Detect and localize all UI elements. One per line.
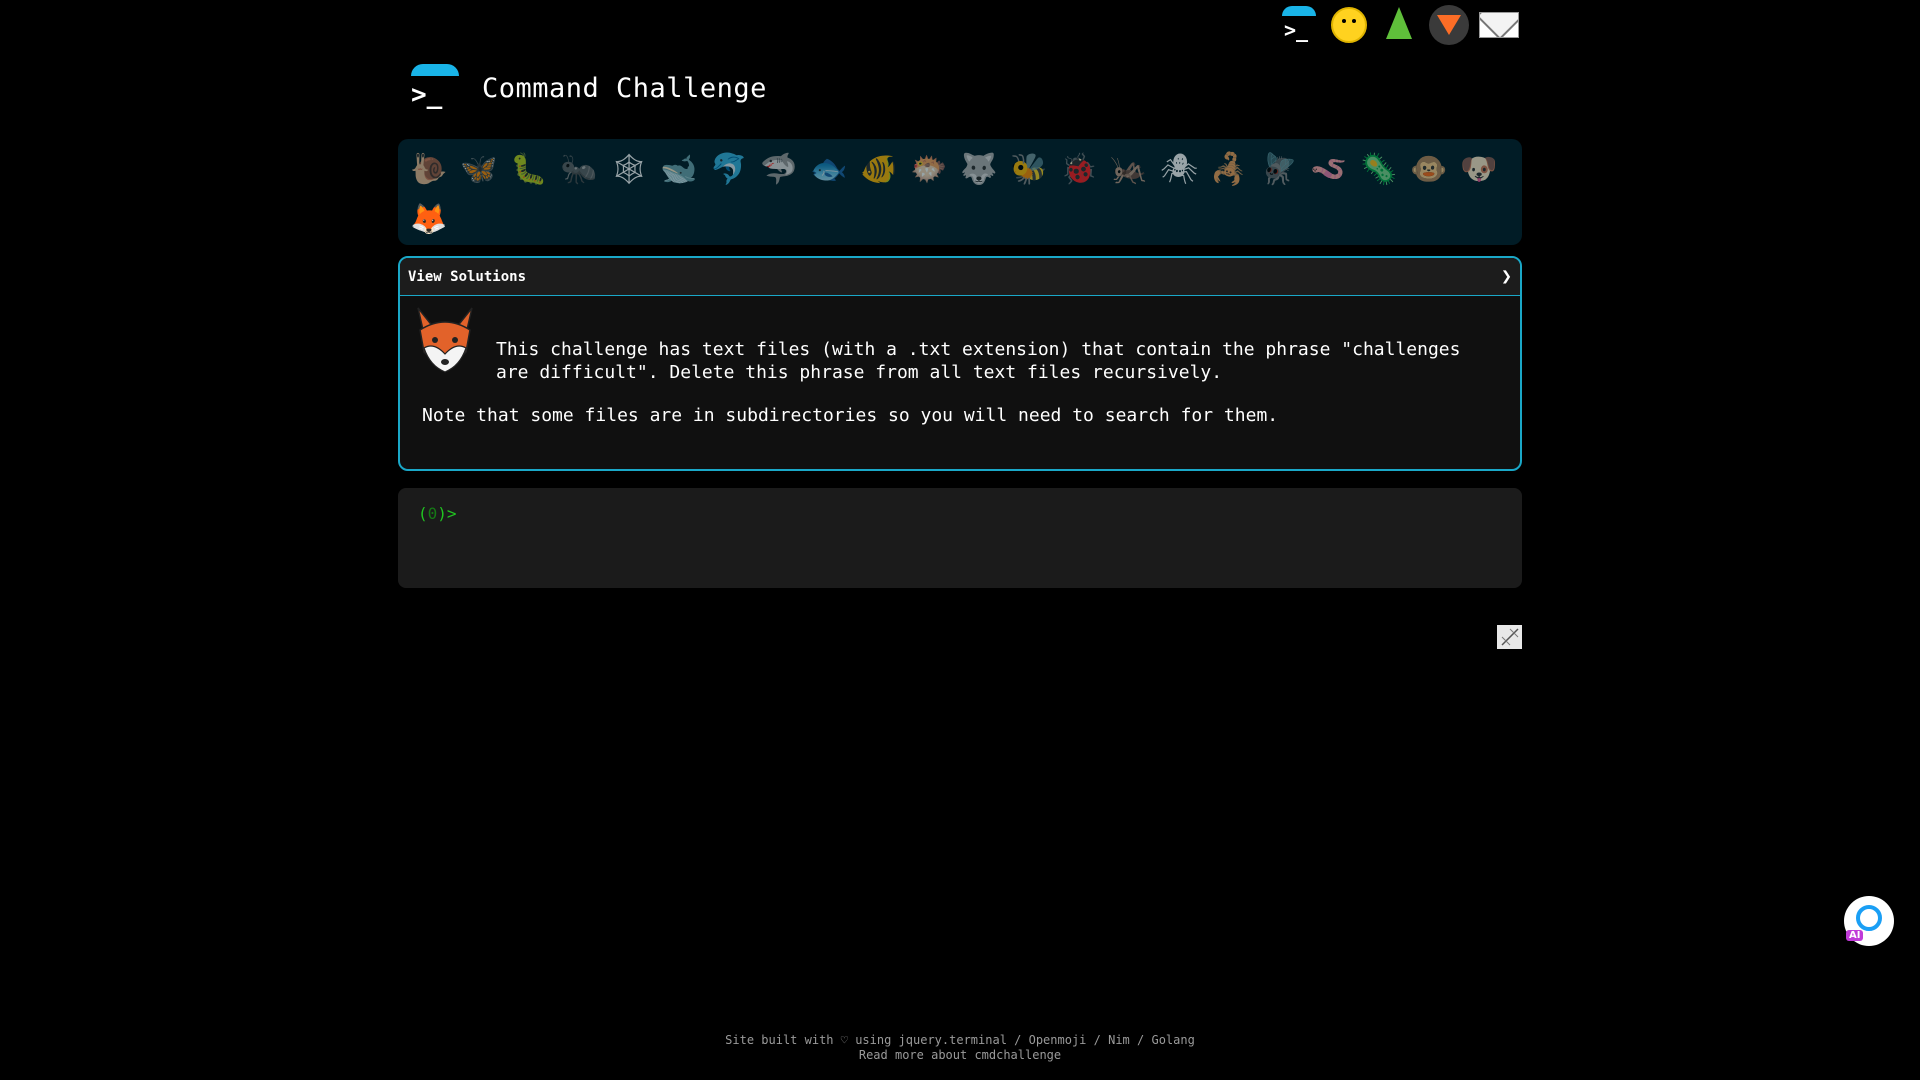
scorpion-icon: 🦂	[1210, 152, 1248, 187]
gitlab-link[interactable]	[1428, 4, 1470, 46]
fly-icon: 🪰	[1260, 152, 1298, 187]
fox-icon: 🦊	[410, 202, 448, 237]
terminal-prompt: (0)>	[418, 504, 457, 523]
shushing-face-icon	[1331, 7, 1367, 43]
gitlab-icon	[1429, 5, 1469, 45]
jquery-terminal-link[interactable]: jquery.terminal	[899, 1033, 1007, 1047]
challenge-description: This challenge has text files (with a .t…	[496, 339, 1461, 383]
challenge-fox-button[interactable]: 🦊	[404, 195, 454, 245]
worm-icon: 🪱	[1310, 152, 1348, 187]
ant-icon: 🐜	[560, 152, 598, 187]
ladybug-icon: 🐞	[1060, 152, 1098, 187]
challenge-fish-button[interactable]: 🐟	[804, 145, 854, 195]
dolphin-icon: 🐬	[710, 152, 748, 187]
snail-icon: 🐌	[410, 152, 448, 187]
cmdchallenge-link[interactable]: cmdchallenge	[974, 1048, 1061, 1062]
wolf-icon: 🐺	[960, 152, 998, 187]
challenge-worm-button[interactable]: 🪱	[1304, 145, 1354, 195]
top-nav: >_	[1278, 4, 1520, 46]
view-solutions-label: View Solutions	[408, 268, 527, 285]
fish-icon: 🐟	[810, 152, 848, 187]
terminal-cursor	[457, 504, 466, 522]
view-solutions-toggle[interactable]: View Solutions ❯	[400, 258, 1520, 296]
challenge-tropical-fish-button[interactable]: 🐠	[854, 145, 904, 195]
ai-assistant-button[interactable]: AI	[1844, 896, 1894, 946]
microbe-icon: 🦠	[1360, 152, 1398, 187]
tree-link[interactable]	[1378, 4, 1420, 46]
challenge-note: Note that some files are in subdirectori…	[422, 405, 1279, 426]
challenge-monkey-button[interactable]: 🐵	[1404, 145, 1454, 195]
terminal-logo-link[interactable]: >_	[1278, 4, 1320, 46]
challenge-panel: View Solutions ❯ This challenge has text…	[398, 256, 1522, 471]
command-count: 0	[427, 504, 438, 523]
mail-link[interactable]	[1478, 4, 1520, 46]
challenge-caterpillar-button[interactable]: 🐛	[504, 145, 554, 195]
terminal-logo-icon[interactable]: >_	[408, 62, 460, 114]
butterfly-icon: 🦋	[460, 152, 498, 187]
challenge-list: 🐌 🦋 🐛 🐜 🕸 🐋 🐬 🦈 🐟 🐠 🐡 🐺 🐝 🐞 🦗 🕷 🦂 🪰 🪱 🦠 🐵 🐶 🦊	[398, 139, 1522, 245]
challenge-shark-button[interactable]: 🦈	[754, 145, 804, 195]
terminal-logo-icon: >_	[1278, 4, 1320, 46]
challenge-wolf-button[interactable]: 🐺	[954, 145, 1004, 195]
challenge-dolphin-button[interactable]: 🐬	[704, 145, 754, 195]
chevron-right-icon: ❯	[1501, 266, 1512, 287]
mail-icon	[1479, 12, 1519, 38]
whale-icon: 🐋	[660, 152, 698, 187]
footer: Site built with ♡ using jquery.terminal …	[0, 1033, 1920, 1063]
fox-icon	[417, 307, 473, 373]
tropical-fish-icon: 🐠	[860, 152, 898, 187]
cricket-icon: 🦗	[1110, 152, 1148, 187]
assistant-icon	[1856, 905, 1882, 931]
openmoji-link[interactable]: Openmoji	[1029, 1033, 1087, 1047]
challenge-ant-button[interactable]: 🐜	[554, 145, 604, 195]
challenge-pufferfish-button[interactable]: 🐡	[904, 145, 954, 195]
challenge-fly-button[interactable]: 🪰	[1254, 145, 1304, 195]
challenge-snail-button[interactable]: 🐌	[404, 145, 454, 195]
spider-icon: 🕷	[1159, 152, 1199, 187]
challenge-spider-web-button[interactable]: 🕸	[604, 145, 654, 195]
shark-icon: 🦈	[760, 152, 798, 187]
challenge-cricket-button[interactable]: 🦗	[1104, 145, 1154, 195]
nim-link[interactable]: Nim	[1108, 1033, 1130, 1047]
challenge-bee-button[interactable]: 🐝	[1004, 145, 1054, 195]
bee-icon: 🐝	[1010, 152, 1048, 187]
dog-icon: 🐶	[1460, 152, 1498, 187]
caterpillar-icon: 🐛	[510, 152, 548, 187]
footer-line-1: Site built with ♡ using jquery.terminal …	[725, 1033, 1195, 1047]
page-header: >_ Command Challenge	[408, 60, 767, 116]
ai-badge: AI	[1846, 930, 1864, 941]
shushing-face-link[interactable]	[1328, 4, 1370, 46]
challenge-dog-button[interactable]: 🐶	[1454, 145, 1504, 195]
challenge-scorpion-button[interactable]: 🦂	[1204, 145, 1254, 195]
challenge-spider-button[interactable]: 🕷	[1154, 145, 1204, 195]
footer-line-2: Read more about cmdchallenge	[858, 1048, 1062, 1062]
expand-icon[interactable]	[1497, 625, 1522, 649]
expand-glyph	[1500, 628, 1519, 646]
challenge-ladybug-button[interactable]: 🐞	[1054, 145, 1104, 195]
pufferfish-icon: 🐡	[910, 152, 948, 187]
spider-web-icon: 🕸	[609, 152, 649, 187]
golang-link[interactable]: Golang	[1151, 1033, 1194, 1047]
challenge-butterfly-button[interactable]: 🦋	[454, 145, 504, 195]
challenge-whale-button[interactable]: 🐋	[654, 145, 704, 195]
tree-icon	[1386, 7, 1412, 39]
challenge-microbe-button[interactable]: 🦠	[1354, 145, 1404, 195]
terminal[interactable]: (0)>	[398, 488, 1522, 588]
page-title: Command Challenge	[482, 72, 767, 104]
monkey-icon: 🐵	[1410, 152, 1448, 187]
